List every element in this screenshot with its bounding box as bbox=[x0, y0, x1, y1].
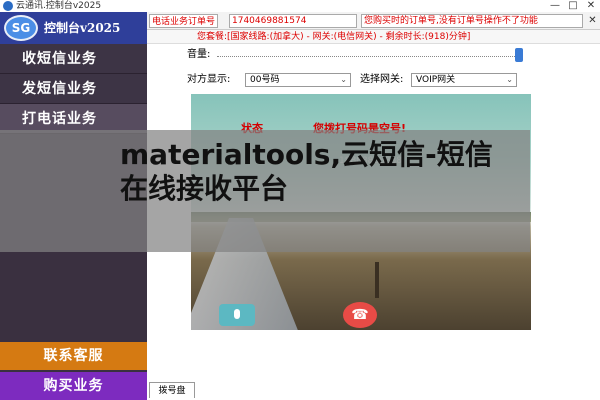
logo-title: 控制台v2025 bbox=[44, 21, 121, 35]
gateway-select[interactable]: VOIP网关 ⌄ bbox=[411, 73, 517, 87]
volume-label: 音量: bbox=[187, 49, 211, 60]
order-close-icon[interactable]: ✕ bbox=[587, 14, 598, 28]
gateway-label: 选择网关: bbox=[360, 74, 404, 85]
minimize-button[interactable]: — bbox=[548, 0, 562, 12]
order-bar: 电话业务订单号 1740469881574 您购买时的订单号,没有订单号操作不了… bbox=[147, 12, 600, 30]
window-title: 云通讯.控制台v2025 bbox=[16, 1, 102, 11]
watermark-text: materialtools,云短信-短信在线接收平台 bbox=[120, 138, 493, 205]
order-number-input[interactable]: 1740469881574 bbox=[229, 14, 357, 28]
call-options-row: 对方显示: 00号码 ⌄ 选择网关: VOIP网关 ⌄ bbox=[187, 72, 532, 88]
package-info-bar: 您套餐:[国家线路:(加拿大) - 网关:(电信网关) - 剩余时长:(918)… bbox=[147, 30, 600, 44]
chevron-down-icon: ⌄ bbox=[340, 75, 347, 84]
logo-header: SG 控制台v2025 bbox=[0, 12, 147, 44]
chevron-down-icon: ⌄ bbox=[506, 75, 513, 84]
display-select-value: 00号码 bbox=[250, 75, 280, 85]
volume-row: 音量: bbox=[187, 48, 527, 62]
order-number-label: 电话业务订单号 bbox=[149, 14, 219, 28]
background-post bbox=[375, 262, 379, 298]
display-select[interactable]: 00号码 ⌄ bbox=[245, 73, 351, 87]
close-window-button[interactable]: ✕ bbox=[584, 0, 598, 12]
tab-dialpad[interactable]: 拨号盘 bbox=[149, 382, 195, 398]
volume-slider-track[interactable] bbox=[217, 56, 517, 57]
gateway-select-value: VOIP网关 bbox=[416, 75, 456, 85]
logo-badge: SG bbox=[4, 15, 38, 41]
microphone-button[interactable] bbox=[219, 304, 255, 326]
maximize-button[interactable]: □ bbox=[566, 0, 580, 12]
sidebar-item-send-sms[interactable]: 发短信业务 bbox=[0, 74, 147, 104]
contact-support-button[interactable]: 联系客服 bbox=[0, 342, 147, 370]
package-info-text: 您套餐:[国家线路:(加拿大) - 网关:(电信网关) - 剩余时长:(918)… bbox=[197, 32, 471, 42]
volume-slider-handle[interactable] bbox=[515, 48, 523, 62]
microphone-icon bbox=[234, 309, 240, 319]
hangup-button[interactable]: ☎ bbox=[343, 302, 377, 328]
display-label: 对方显示: bbox=[187, 74, 231, 85]
order-hint: 您购买时的订单号,没有订单号操作不了功能 bbox=[361, 14, 583, 28]
app-icon bbox=[3, 1, 13, 11]
sidebar-item-receive-sms[interactable]: 收短信业务 bbox=[0, 44, 147, 74]
buy-service-button[interactable]: 购买业务 bbox=[0, 372, 147, 400]
title-bar: 云通讯.控制台v2025 — □ ✕ bbox=[0, 0, 600, 12]
phone-hangup-icon: ☎ bbox=[351, 307, 369, 323]
